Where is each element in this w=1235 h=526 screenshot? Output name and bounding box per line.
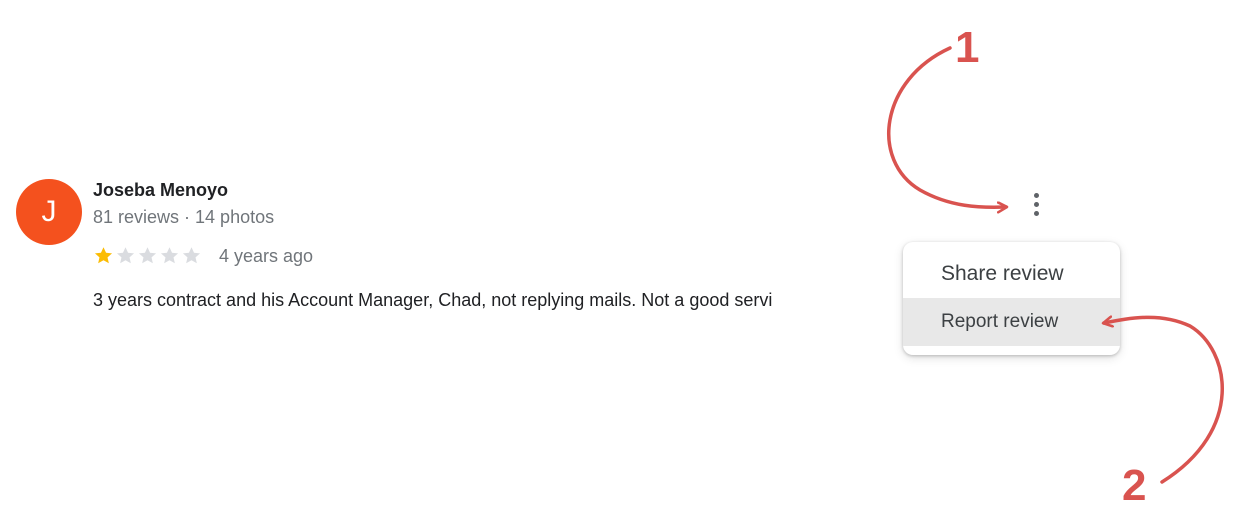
step-2-label: 2: [1122, 461, 1146, 510]
arrow-2: [1104, 317, 1224, 484]
arrow-1: [887, 46, 1006, 207]
annotation-overlay: 1 2: [887, 23, 1224, 510]
step-1-label: 1: [955, 23, 979, 72]
